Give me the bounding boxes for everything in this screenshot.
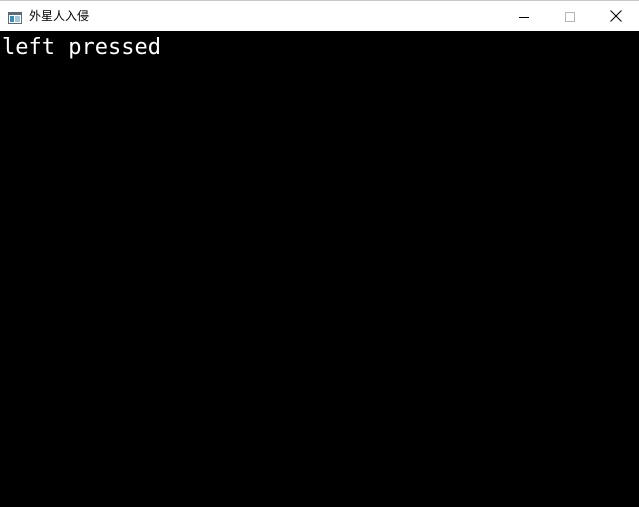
maximize-icon [565,7,575,26]
maximize-button[interactable] [547,1,593,31]
game-canvas[interactable]: left pressed [0,31,639,507]
app-window-icon [8,9,22,24]
minimize-button[interactable] [501,1,547,31]
minimize-icon [519,7,529,26]
window-title: 外星人入侵 [29,9,90,23]
app-window: 外星人入侵 left pressed [0,0,639,507]
close-icon [610,7,622,26]
close-button[interactable] [593,1,639,31]
title-bar[interactable]: 外星人入侵 [0,1,639,31]
key-status-text: left pressed [2,35,161,60]
